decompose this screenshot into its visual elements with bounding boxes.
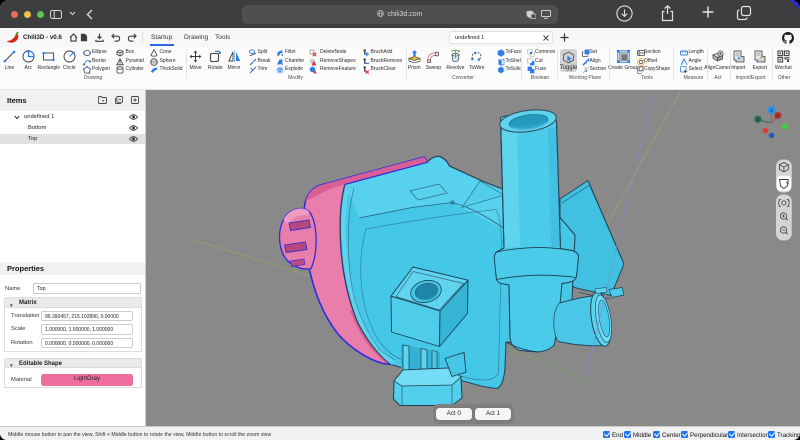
svg-text:Z: Z <box>770 108 773 113</box>
svg-text:Y: Y <box>756 117 759 122</box>
svg-text:X: X <box>776 113 779 118</box>
